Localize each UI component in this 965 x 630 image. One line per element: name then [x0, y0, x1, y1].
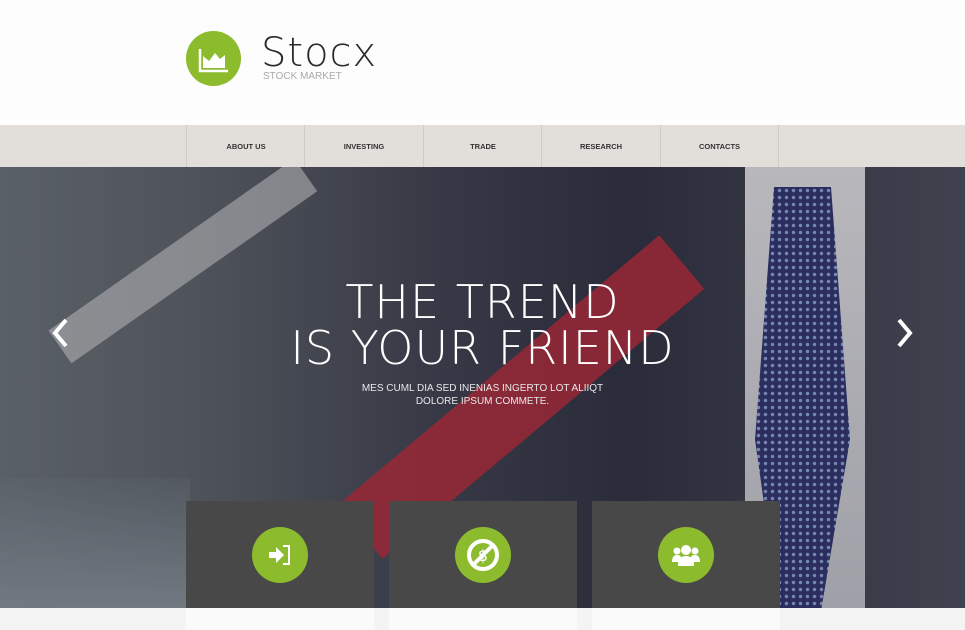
- feature-card-bottom: [389, 608, 577, 630]
- logo-name[interactable]: Stocx: [261, 30, 377, 76]
- nav-research[interactable]: RESEARCH: [541, 125, 660, 167]
- feature-box[interactable]: $: [389, 501, 577, 608]
- sign-in-icon: [252, 527, 308, 583]
- feature-content-strip: [0, 608, 965, 630]
- nav-contacts[interactable]: CONTACTS: [660, 125, 779, 167]
- nav-about-us[interactable]: ABOUT US: [186, 125, 305, 167]
- feature-box[interactable]: [592, 501, 780, 608]
- svg-text:$: $: [478, 546, 488, 565]
- no-dollar-icon: $: [455, 527, 511, 583]
- chevron-left-icon[interactable]: [50, 317, 70, 358]
- hero-title-line1: THE TREND: [345, 275, 620, 329]
- main-nav: ABOUT US INVESTING TRADE RESEARCH CONTAC…: [0, 125, 965, 167]
- chart-area-icon[interactable]: [186, 31, 241, 86]
- hero-subtitle-line2: DOLORE IPSUM COMMETE.: [415, 396, 550, 407]
- feature-card-bottom: [186, 608, 374, 630]
- logo-tagline: STOCK MARKET: [263, 71, 342, 82]
- feature-box[interactable]: [186, 501, 374, 608]
- hero-title-line2: IS YOUR FRIEND: [290, 321, 675, 375]
- hero-slider: THE TREND IS YOUR FRIEND MES CUML DIA SE…: [0, 167, 965, 608]
- hero-subtitle-line1: MES CUML DIA SED INENIAS INGERTO LOT ALI…: [361, 383, 604, 394]
- nav-trade[interactable]: TRADE: [423, 125, 542, 167]
- users-icon: [658, 527, 714, 583]
- nav-investing[interactable]: INVESTING: [304, 125, 423, 167]
- header: Stocx STOCK MARKET: [0, 0, 965, 125]
- feature-card-bottom: [592, 608, 780, 630]
- hero-subtitle: MES CUML DIA SED INENIAS INGERTO LOT ALI…: [0, 382, 965, 408]
- chevron-right-icon[interactable]: [895, 317, 915, 358]
